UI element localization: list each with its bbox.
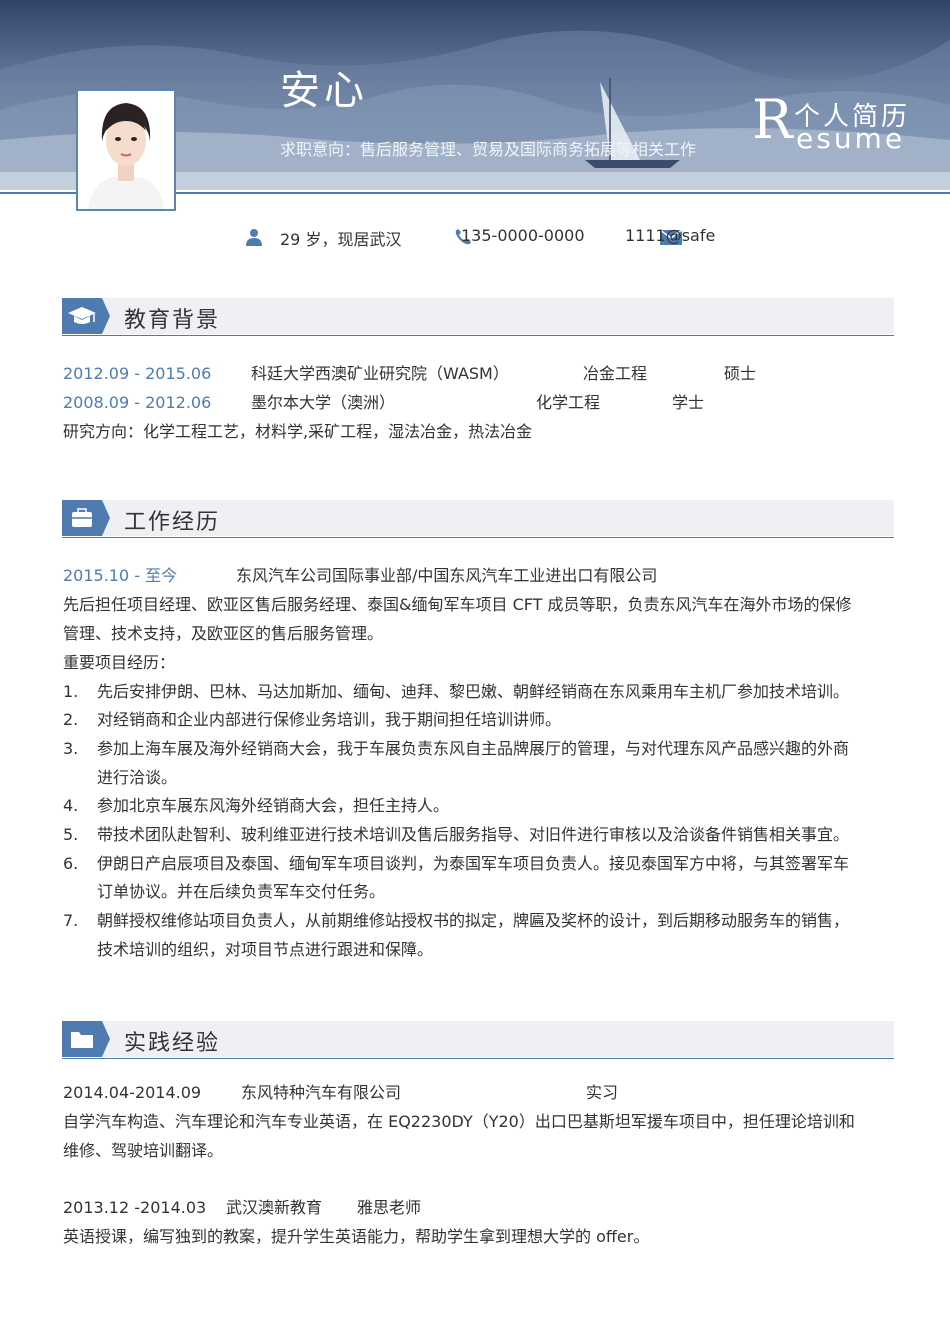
practice-period: 2013.12 -2014.03	[63, 1198, 207, 1217]
project-item: 朝鲜授权维修站项目负责人，从前期维修站授权书的拟定，牌匾及奖杯的设计，到后期移动…	[97, 911, 850, 930]
graduation-cap-icon	[62, 298, 110, 334]
project-item-cont: 技术培训的组织，对项目节点进行跟进和保障。	[97, 940, 434, 959]
section-title: 工作经历	[124, 510, 221, 535]
candidate-name: 安心	[280, 68, 368, 114]
project-item: 对经销商和企业内部进行保修业务培训，我于期间担任培训讲师。	[97, 710, 562, 729]
project-number: 3.	[63, 739, 79, 758]
project-item: 参加上海车展及海外经销商大会，我于车展负责东风自主品牌展厅的管理，与对代理东风产…	[97, 739, 850, 758]
project-number: 4.	[63, 796, 79, 815]
project-item: 先后安排伊朗、巴林、马达加斯加、缅甸、迪拜、黎巴嫩、朝鲜经销商在东风乘用车主机厂…	[97, 682, 850, 701]
edu-school: 科廷大学西澳矿业研究院（WASM）	[251, 364, 509, 383]
phone-number[interactable]: 135-0000-0000	[461, 226, 585, 245]
work-period: 2015.10 - 至今	[63, 566, 178, 585]
project-item: 参加北京车展东风海外经销商大会，担任主持人。	[97, 796, 450, 815]
section-practice: 实践经验	[62, 1021, 894, 1061]
edu-major: 化学工程	[536, 393, 601, 412]
work-summary-line: 先后担任项目经理、欧亚区售后服务经理、泰国&缅甸军车项目 CFT 成员等职，负责…	[63, 595, 852, 614]
edu-major: 冶金工程	[583, 364, 648, 383]
project-number: 2.	[63, 710, 79, 729]
projects-label: 重要项目经历：	[63, 653, 176, 672]
folder-icon	[62, 1021, 110, 1057]
practice-desc-line: 英语授课，编写独到的教案，提升学生英语能力，帮助学生拿到理想大学的 offer。	[63, 1227, 650, 1246]
research-direction: 研究方向：化学工程工艺，材料学,采矿工程，湿法冶金，热法冶金	[63, 422, 533, 441]
project-number: 6.	[63, 854, 79, 873]
section-education: 教育背景	[62, 298, 894, 338]
project-item: 带技术团队赴智利、玻利维亚进行技术培训及售后服务指导、对旧件进行审核以及洽谈备件…	[97, 825, 850, 844]
contact-bar: 29 岁，现居武汉 135-0000-0000 1111@safe	[0, 226, 950, 252]
edu-degree: 硕士	[724, 364, 757, 383]
practice-period: 2014.04-2014.09	[63, 1083, 202, 1102]
practice-desc-line: 维修、驾驶培训翻译。	[63, 1141, 224, 1160]
practice-org: 东风特种汽车有限公司	[241, 1083, 402, 1102]
project-item-cont: 进行洽谈。	[97, 768, 178, 787]
section-work: 工作经历	[62, 500, 894, 540]
edu-period: 2012.09 - 2015.06	[63, 364, 212, 383]
section-title: 实践经验	[124, 1031, 221, 1056]
job-intent: 求职意向：售后服务管理、贸易及国际商务拓展等相关工作	[280, 140, 697, 159]
resume-logo-r: R	[752, 88, 793, 151]
practice-role: 雅思老师	[357, 1198, 422, 1217]
user-icon	[245, 228, 263, 250]
practice-role: 实习	[586, 1083, 619, 1102]
project-number: 7.	[63, 911, 79, 930]
resume-logo: R 个人简历 esume	[752, 88, 922, 158]
project-number: 5.	[63, 825, 79, 844]
project-number: 1.	[63, 682, 79, 701]
briefcase-icon	[62, 500, 110, 536]
email-address[interactable]: 1111@safe	[625, 226, 715, 245]
age-location: 29 岁，现居武汉	[280, 230, 402, 249]
work-summary-line: 管理、技术支持，及欧亚区的售后服务管理。	[63, 624, 384, 643]
work-company: 东风汽车公司国际事业部/中国东风汽车工业进出口有限公司	[236, 566, 658, 585]
edu-period: 2008.09 - 2012.06	[63, 393, 212, 412]
resume-logo-en: esume	[796, 122, 906, 155]
project-item-cont: 订单协议。并在后续负责军车交付任务。	[97, 882, 386, 901]
practice-desc-line: 自学汽车构造、汽车理论和汽车专业英语，在 EQ2230DY（Y20）出口巴基斯坦…	[63, 1112, 855, 1131]
edu-degree: 学士	[672, 393, 705, 412]
edu-school: 墨尔本大学（澳洲）	[251, 393, 396, 412]
project-item: 伊朗日产启辰项目及泰国、缅甸军车项目谈判，为泰国军车项目负责人。接见泰国军方中将…	[97, 854, 850, 873]
practice-org: 武汉澳新教育	[226, 1198, 323, 1217]
section-title: 教育背景	[124, 308, 221, 333]
avatar	[76, 89, 176, 211]
